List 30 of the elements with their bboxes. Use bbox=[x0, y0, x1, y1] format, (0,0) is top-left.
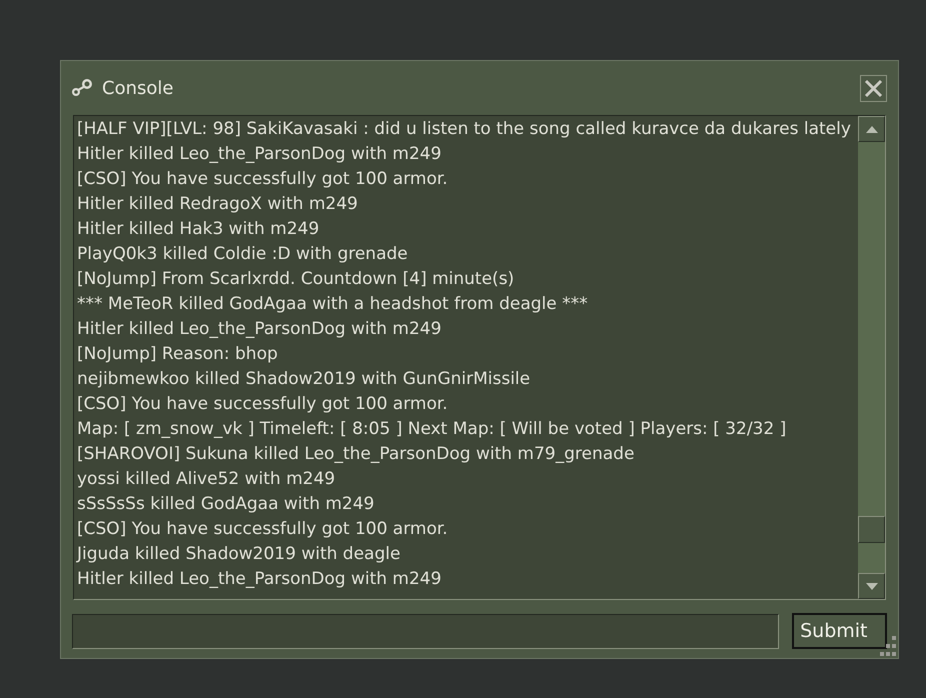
submit-button[interactable]: Submit bbox=[792, 613, 887, 649]
scroll-down-button[interactable] bbox=[858, 573, 885, 599]
log-line: Map: [ zm_snow_vk ] Timeleft: [ 8:05 ] Next Map: [ Will be voted ] Players: [ 32/32 ] bbox=[77, 418, 788, 441]
log-line: [SHAROVOI] Sukuna killed Leo_the_ParsonDog with m79_grenade bbox=[77, 443, 636, 466]
log-line: Hitler killed RedragoX with m249 bbox=[77, 193, 359, 216]
log-line: yossi killed Alive52 with m249 bbox=[77, 468, 336, 491]
log-line: Hitler killed Hak3 with m249 bbox=[77, 218, 320, 241]
scrollbar[interactable] bbox=[858, 116, 885, 599]
close-icon bbox=[864, 78, 883, 98]
log-line: nejibmewkoo killed Shadow2019 with GunGnirMissile bbox=[77, 368, 532, 391]
log-line: [NoJump] From Scarlxrdd. Countdown [4] minute(s) bbox=[77, 268, 516, 291]
log-line: [CSO] You have successfully got 100 armor. bbox=[77, 393, 449, 416]
window-title: Console bbox=[102, 76, 174, 100]
scroll-up-button[interactable] bbox=[858, 116, 885, 142]
log-line: [HALF VIP][LVL: 98] SakiKavasaki : did u listen to the song called kuravce da dukares lately bbox=[77, 118, 852, 141]
log-line: sSsSsSs killed GodAgaa with m249 bbox=[77, 493, 376, 516]
log-line: Hitler killed Leo_the_ParsonDog with m249 bbox=[77, 143, 442, 166]
command-input[interactable] bbox=[72, 614, 780, 648]
log-line: *** MeTeoR killed GodAgaa with a headshot from deagle *** bbox=[77, 293, 589, 316]
log-line: Jiguda killed Shadow2019 with deagle bbox=[77, 543, 402, 566]
log-line: Hitler killed Leo_the_ParsonDog with m249 bbox=[77, 568, 442, 591]
scroll-thumb[interactable] bbox=[858, 516, 885, 543]
close-button[interactable] bbox=[860, 74, 887, 102]
down-arrow-icon bbox=[866, 582, 878, 590]
up-arrow-icon bbox=[866, 126, 878, 132]
log-line: [NoJump] Reason: bhop bbox=[77, 343, 279, 366]
log-line: PlayQ0k3 killed Coldie :D with grenade bbox=[77, 243, 409, 266]
log-line: Hitler killed Leo_the_ParsonDog with m249 bbox=[77, 318, 442, 341]
log-line: [CSO] You have successfully got 100 armor. bbox=[77, 168, 449, 191]
log-line: [CSO] You have successfully got 100 armor. bbox=[77, 518, 449, 541]
